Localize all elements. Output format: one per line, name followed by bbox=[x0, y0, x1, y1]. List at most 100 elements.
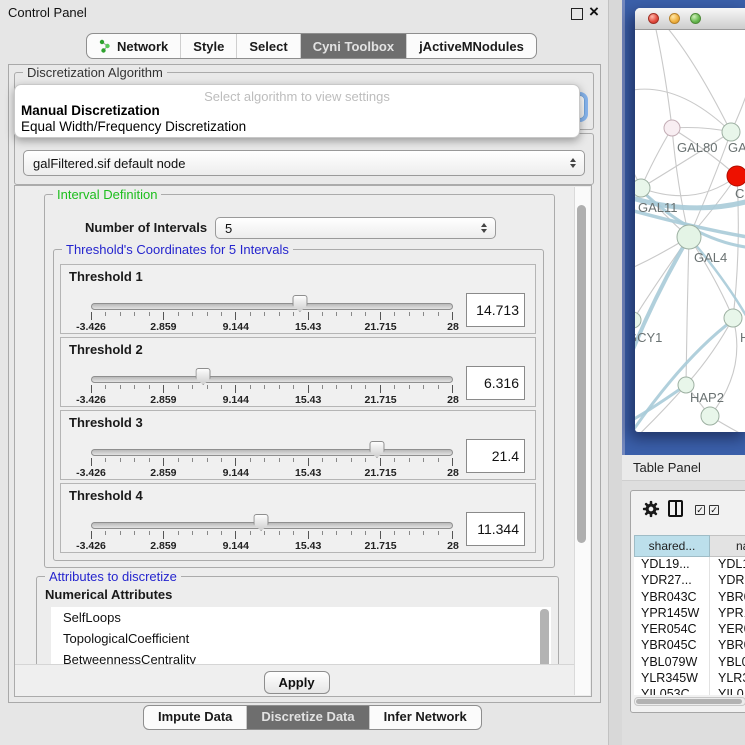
tab-network[interactable]: Network bbox=[87, 34, 180, 58]
gear-icon[interactable] bbox=[642, 500, 660, 521]
cell-name[interactable]: YDL1 bbox=[710, 557, 745, 573]
table-row[interactable]: YPR145WYPR1 bbox=[634, 606, 745, 622]
cell-name[interactable]: YBR0 bbox=[710, 638, 745, 654]
slider-ticks bbox=[91, 312, 453, 320]
threshold-slider[interactable]: -3.4262.8599.14415.4321.71528 bbox=[91, 293, 453, 333]
cell-name[interactable]: YBR0 bbox=[710, 590, 745, 606]
threshold-slider[interactable]: -3.4262.8599.14415.4321.71528 bbox=[91, 512, 453, 552]
network-node-c[interactable] bbox=[727, 166, 745, 186]
dropdown-option-manual-discretization[interactable]: Manual Discretization bbox=[15, 103, 579, 119]
table-data-combobox[interactable]: galFiltered.sif default node bbox=[23, 150, 585, 176]
network-node-gcy1[interactable] bbox=[635, 312, 641, 328]
table-row[interactable]: YBR045CYBR0 bbox=[634, 638, 745, 654]
table-row[interactable]: YER054CYER0 bbox=[634, 622, 745, 638]
tab-jactivemnodules[interactable]: jActiveMNodules bbox=[406, 34, 536, 58]
cell-shared-name[interactable]: YER054C bbox=[634, 622, 710, 638]
network-node-gal80[interactable] bbox=[664, 120, 680, 136]
slider-tick bbox=[452, 312, 453, 320]
cell-shared-name[interactable]: YDL19... bbox=[634, 557, 710, 573]
network-edge[interactable] bbox=[686, 318, 733, 385]
network-node-gal11[interactable] bbox=[635, 179, 650, 197]
cell-shared-name[interactable]: YPR145W bbox=[634, 606, 710, 622]
network-graph-canvas[interactable]: GAL80GACGAL11GAL4GCY1HHAP2 bbox=[635, 30, 745, 432]
cell-name[interactable]: YLR3 bbox=[710, 671, 745, 687]
columns-icon[interactable] bbox=[668, 500, 683, 517]
slider-track[interactable] bbox=[91, 303, 453, 310]
list-item[interactable]: TopologicalCoefficient bbox=[51, 628, 551, 649]
tab-infer-network[interactable]: Infer Network bbox=[369, 706, 481, 729]
threshold-value-field[interactable]: 11.344 bbox=[466, 512, 525, 546]
combobox-value: galFiltered.sif default node bbox=[33, 156, 185, 171]
cell-shared-name[interactable]: YBL079W bbox=[634, 655, 710, 671]
table-row[interactable]: YBR043CYBR0 bbox=[634, 590, 745, 606]
network-edge-highlighted[interactable] bbox=[635, 237, 689, 375]
table-panel-titlebar: Table Panel bbox=[622, 455, 745, 481]
tab-cyni-toolbox[interactable]: Cyni Toolbox bbox=[300, 34, 406, 58]
slider-tick bbox=[336, 458, 337, 462]
table-row[interactable]: YIL053CYIL0 bbox=[634, 687, 745, 695]
settings-scrollbar[interactable] bbox=[574, 187, 590, 695]
checkbox-icon[interactable]: ✓ bbox=[709, 505, 719, 515]
cell-shared-name[interactable]: YDR27... bbox=[634, 573, 710, 589]
slider-tick bbox=[207, 531, 208, 535]
close-icon[interactable]: × bbox=[589, 2, 599, 22]
dropdown-option-equal-width-frequency[interactable]: Equal Width/Frequency Discretization bbox=[15, 119, 579, 135]
slider-tick bbox=[134, 458, 135, 462]
tab-style[interactable]: Style bbox=[180, 34, 236, 58]
cell-shared-name[interactable]: YLR345W bbox=[634, 671, 710, 687]
window-close-icon[interactable] bbox=[648, 13, 659, 24]
table-row[interactable]: YBL079WYBL0 bbox=[634, 655, 745, 671]
slider-tick bbox=[250, 531, 251, 535]
checkbox-icon[interactable]: ✓ bbox=[695, 505, 705, 515]
network-window-titlebar[interactable] bbox=[635, 8, 745, 30]
attributes-scrollbar[interactable] bbox=[540, 609, 549, 671]
threshold-slider[interactable]: -3.4262.8599.14415.4321.71528 bbox=[91, 439, 453, 479]
table-horizontal-scrollbar[interactable] bbox=[634, 697, 745, 706]
table-row[interactable]: YDL19...YDL1 bbox=[634, 557, 745, 573]
scrollbar-thumb[interactable] bbox=[636, 699, 742, 704]
cell-name[interactable]: YIL0 bbox=[710, 687, 744, 695]
tab-select[interactable]: Select bbox=[236, 34, 299, 58]
window-zoom-icon[interactable] bbox=[690, 13, 701, 24]
num-intervals-combobox[interactable]: 5 bbox=[215, 217, 496, 239]
network-node-ga[interactable] bbox=[722, 123, 740, 141]
network-edge[interactable] bbox=[635, 89, 731, 132]
tab-discretize-data[interactable]: Discretize Data bbox=[246, 706, 368, 729]
threshold-slider[interactable]: -3.4262.8599.14415.4321.71528 bbox=[91, 366, 453, 406]
threshold-value-field[interactable]: 6.316 bbox=[466, 366, 525, 400]
column-header-name[interactable]: na bbox=[710, 535, 745, 557]
threshold-value-field[interactable]: 21.4 bbox=[466, 439, 525, 473]
float-window-icon[interactable] bbox=[571, 8, 583, 20]
cell-name[interactable]: YPR1 bbox=[710, 606, 745, 622]
node-label: GA bbox=[728, 140, 745, 155]
tab-impute-data[interactable]: Impute Data bbox=[144, 706, 246, 729]
network-node[interactable] bbox=[701, 407, 719, 425]
stepper-icon bbox=[481, 223, 487, 233]
slider-tick bbox=[264, 385, 265, 389]
scrollbar-thumb[interactable] bbox=[577, 205, 586, 543]
slider-track[interactable] bbox=[91, 449, 453, 456]
network-node-h[interactable] bbox=[724, 309, 742, 327]
slider-track[interactable] bbox=[91, 522, 453, 529]
network-edge[interactable] bbox=[665, 30, 731, 132]
network-edge[interactable] bbox=[655, 30, 672, 128]
cell-shared-name[interactable]: YBR043C bbox=[634, 590, 710, 606]
cell-shared-name[interactable]: YIL053C bbox=[634, 687, 710, 695]
table-row[interactable]: YLR345WYLR3 bbox=[634, 671, 745, 687]
slider-tick bbox=[438, 385, 439, 389]
column-header-shared-name[interactable]: shared... bbox=[634, 535, 710, 557]
table-row[interactable]: YDR27...YDR2 bbox=[634, 573, 745, 589]
slider-tick bbox=[452, 531, 453, 539]
list-item[interactable]: SelfLoops bbox=[51, 607, 551, 628]
threshold-value-field[interactable]: 14.713 bbox=[466, 293, 525, 327]
window-minimize-icon[interactable] bbox=[669, 13, 680, 24]
cell-name[interactable]: YDR2 bbox=[710, 573, 745, 589]
apply-button[interactable]: Apply bbox=[264, 671, 330, 694]
tab-label: jActiveMNodules bbox=[419, 39, 524, 54]
cell-name[interactable]: YBL0 bbox=[710, 655, 745, 671]
slider-tick bbox=[105, 312, 106, 316]
cell-name[interactable]: YER0 bbox=[710, 622, 745, 638]
cell-shared-name[interactable]: YBR045C bbox=[634, 638, 710, 654]
slider-track[interactable] bbox=[91, 376, 453, 383]
network-node-gal4[interactable] bbox=[677, 225, 701, 249]
